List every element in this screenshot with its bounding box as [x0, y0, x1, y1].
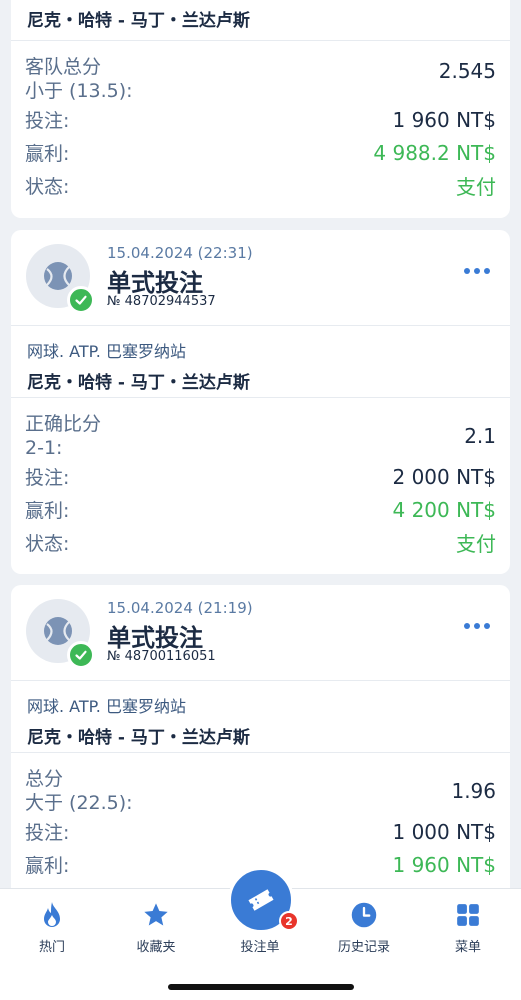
- bet-card[interactable]: 15.04.2024 (22:31) 单式投注 № 48702944537 网球…: [11, 230, 510, 574]
- stake-row: 投注: 1 000 NT$: [25, 815, 496, 848]
- market-row: 正确比分 2-1: 2.1: [25, 412, 496, 460]
- bet-date: 15.04.2024 (21:19): [107, 599, 253, 617]
- check-icon: [67, 641, 95, 669]
- market-row: 总分 大于 (22.5): 1.96: [25, 767, 496, 815]
- nav-label: 菜单: [454, 940, 481, 955]
- nav-label: 投注单: [240, 940, 280, 955]
- win-label: 赢利:: [25, 855, 70, 877]
- bet-number: № 48702944537: [107, 294, 216, 309]
- event-name: 尼克・哈特 - 马丁・兰达卢斯: [27, 11, 250, 31]
- market-row: 客队总分 小于 (13.5): 2.545: [25, 55, 496, 103]
- market-pick: 2-1:: [25, 437, 63, 459]
- market-title: 客队总分: [25, 56, 102, 78]
- nav-label: 热门: [38, 940, 65, 955]
- win-label: 赢利:: [25, 500, 70, 522]
- nav-item-history[interactable]: 历史记录: [312, 899, 416, 955]
- odds-value: 2.545: [438, 59, 496, 83]
- win-row: 赢利: 4 988.2 NT$: [25, 136, 496, 169]
- bet-card: 尼克・哈特 - 马丁・兰达卢斯 客队总分 小于 (13.5): 2.545 投注…: [11, 0, 510, 218]
- nav-label: 收藏夹: [136, 940, 176, 955]
- win-label: 赢利:: [25, 143, 70, 165]
- star-icon: [142, 899, 170, 931]
- home-indicator: [168, 984, 354, 990]
- win-value: 4 200 NT$: [392, 497, 496, 522]
- odds-value: 2.1: [464, 424, 496, 448]
- bet-date: 15.04.2024 (22:31): [107, 244, 253, 262]
- status-row: 状态: 支付: [25, 526, 496, 559]
- league-name: 网球. ATP. 巴塞罗纳站: [27, 697, 186, 716]
- clock-icon: [350, 899, 378, 931]
- stake-row: 投注: 2 000 NT$: [25, 460, 496, 493]
- nav-item-popular[interactable]: 热门: [0, 899, 104, 955]
- nav-item-favorites[interactable]: 收藏夹: [104, 899, 208, 955]
- league-name: 网球. ATP. 巴塞罗纳站: [27, 342, 186, 361]
- stake-row: 投注: 1 960 NT$: [25, 103, 496, 136]
- bet-number: № 48700116051: [107, 649, 216, 664]
- more-options-icon[interactable]: [464, 268, 490, 274]
- market-pick: 小于 (13.5):: [25, 80, 133, 102]
- stake-label: 投注:: [25, 467, 70, 489]
- odds-value: 1.96: [451, 779, 496, 803]
- stake-value: 1 000 NT$: [392, 819, 496, 844]
- market-title: 总分: [25, 768, 64, 790]
- stake-label: 投注:: [25, 110, 70, 132]
- more-options-icon[interactable]: [464, 623, 490, 629]
- win-row: 赢利: 4 200 NT$: [25, 493, 496, 526]
- market-title: 正确比分: [25, 413, 102, 435]
- status-row: 状态: 支付: [25, 169, 496, 202]
- bet-card-header: 15.04.2024 (21:19) 单式投注 № 48700116051: [11, 585, 510, 680]
- event-name: 尼克・哈特 - 马丁・兰达卢斯: [27, 373, 250, 393]
- stake-label: 投注:: [25, 822, 70, 844]
- status-value: 支付: [456, 175, 496, 199]
- status-label: 状态:: [25, 176, 70, 198]
- bet-card-header: 15.04.2024 (22:31) 单式投注 № 48702944537: [11, 230, 510, 325]
- check-icon: [67, 286, 95, 314]
- betslip-count-badge: 2: [279, 911, 299, 931]
- event-name: 尼克・哈特 - 马丁・兰达卢斯: [27, 728, 250, 748]
- nav-label: 历史记录: [337, 940, 390, 955]
- stake-value: 1 960 NT$: [392, 107, 496, 132]
- grid-icon: [455, 899, 481, 931]
- bet-type: 单式投注: [107, 624, 203, 652]
- win-value: 1 960 NT$: [392, 852, 496, 877]
- nav-item-menu[interactable]: 菜单: [416, 899, 520, 955]
- bet-type: 单式投注: [107, 269, 203, 297]
- ticket-icon: [248, 889, 274, 911]
- status-label: 状态:: [25, 533, 70, 555]
- market-pick: 大于 (22.5):: [25, 792, 133, 814]
- status-value: 支付: [456, 532, 496, 556]
- flame-icon: [40, 899, 64, 931]
- win-value: 4 988.2 NT$: [373, 140, 496, 165]
- stake-value: 2 000 NT$: [392, 464, 496, 489]
